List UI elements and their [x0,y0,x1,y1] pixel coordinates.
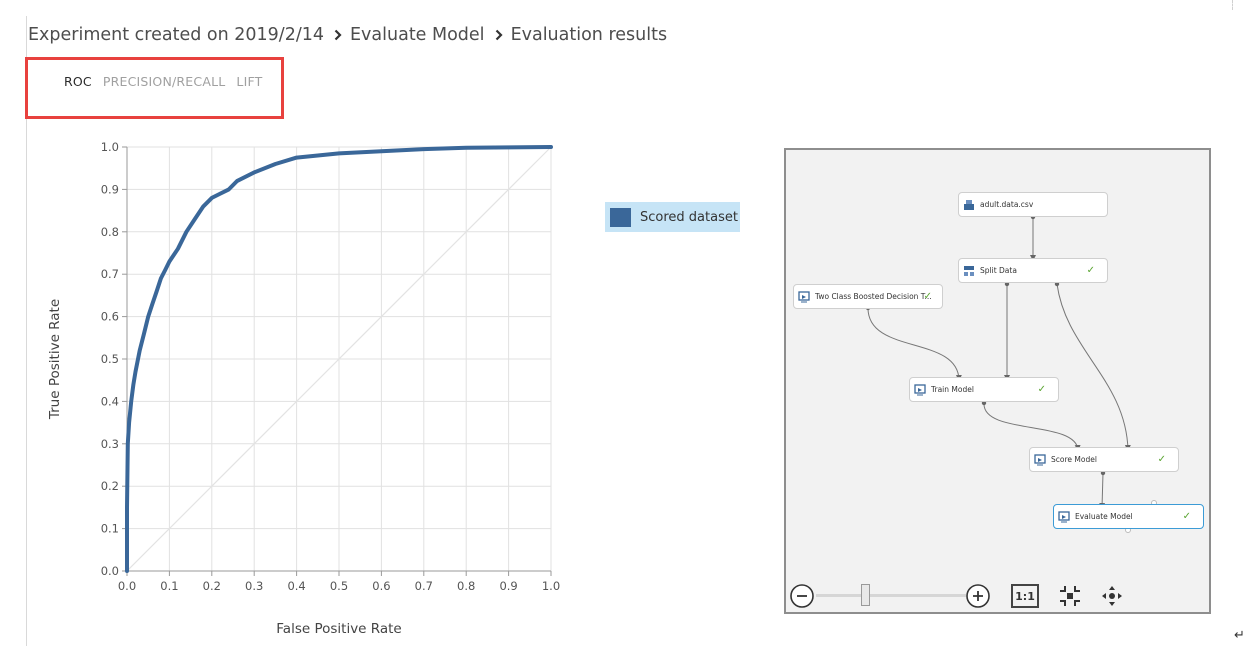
x-tick-label: 0.1 [160,579,178,593]
edge-split-score [1056,283,1131,451]
zoom-in-icon[interactable] [964,582,992,610]
x-tick-label: 0.7 [415,579,433,593]
x-tick-label: 0.0 [118,579,136,593]
x-tick-label: 0.8 [457,579,475,593]
x-tick-label: 0.5 [330,579,348,593]
model-icon [914,383,926,396]
x-tick-label: 0.3 [245,579,263,593]
actual-size-button[interactable]: 1:1 [1011,584,1039,608]
x-axis-title: False Positive Rate [276,621,401,637]
y-tick-label: 0.6 [101,310,119,324]
edge-boost-train [867,307,962,381]
x-tick-label: 1.0 [542,579,560,593]
y-tick-label: 1.0 [101,140,119,154]
x-tick-label: 0.9 [499,579,517,593]
node-label: Two Class Boosted Decision T... [815,292,932,301]
check-icon: ✓ [923,291,932,302]
x-tick-label: 0.6 [372,579,390,593]
check-icon: ✓ [1037,384,1046,395]
chart-legend[interactable]: Scored dataset [605,202,740,232]
node-evaluate-model[interactable]: Evaluate Model ✓ [1053,504,1204,529]
node-adult-data[interactable]: adult.data.csv [958,192,1108,217]
fit-to-screen-icon[interactable] [1056,582,1084,610]
y-axis-title: True Positive Rate [47,299,63,420]
zoom-slider-track[interactable] [816,594,966,597]
model-icon [798,290,810,303]
check-icon: ✓ [1157,454,1166,465]
edge-score-evaluate [1099,472,1106,509]
y-tick-label: 0.5 [101,352,119,366]
legend-swatch [610,207,631,227]
actual-size-label: 1:1 [1015,589,1035,603]
roc-chart: 0.0 0.1 0.2 0.3 0.4 0.5 0.6 0.7 0.8 0.9 1.0 0.0 0.1 0… [47,140,560,637]
x-tick-label: 0.2 [203,579,221,593]
y-tick-label: 0.2 [101,479,119,493]
y-tick-label: 0.9 [101,182,119,196]
node-label: adult.data.csv [980,200,1034,209]
model-icon [1058,510,1070,523]
y-tick-label: 0.3 [101,437,119,451]
page-right-border [1232,0,1234,10]
dataset-icon [963,199,975,211]
y-tick-label: 0.0 [101,564,119,578]
node-label: Evaluate Model [1075,512,1133,521]
check-icon: ✓ [1086,265,1095,276]
y-tick-label: 0.1 [101,522,119,536]
node-train-model[interactable]: Train Model ✓ [909,377,1059,402]
y-tick-label: 0.4 [101,394,119,408]
zoom-out-icon[interactable] [788,582,816,610]
y-tick-label: 0.7 [101,267,119,281]
edge-train-score [983,403,1081,451]
node-score-model[interactable]: Score Model ✓ [1029,447,1179,472]
legend-label: Scored dataset [640,209,738,225]
zoom-slider-thumb[interactable] [861,584,870,606]
x-tick-label: 0.4 [287,579,305,593]
node-label: Split Data [980,266,1017,275]
node-split-data[interactable]: Split Data ✓ [958,258,1108,283]
split-data-icon [963,265,975,277]
pan-icon[interactable] [1098,582,1126,610]
y-tick-label: 0.8 [101,225,119,239]
model-icon [1034,453,1046,466]
node-label: Score Model [1051,455,1097,464]
check-icon: ✓ [1182,511,1191,522]
node-two-class-boosted[interactable]: Two Class Boosted Decision T... ✓ [793,284,943,309]
return-mark-glyph: ↵ [1234,628,1245,643]
node-label: Train Model [931,385,974,394]
experiment-canvas[interactable]: adult.data.csv Split Data ✓ Two Class Bo… [784,148,1211,614]
